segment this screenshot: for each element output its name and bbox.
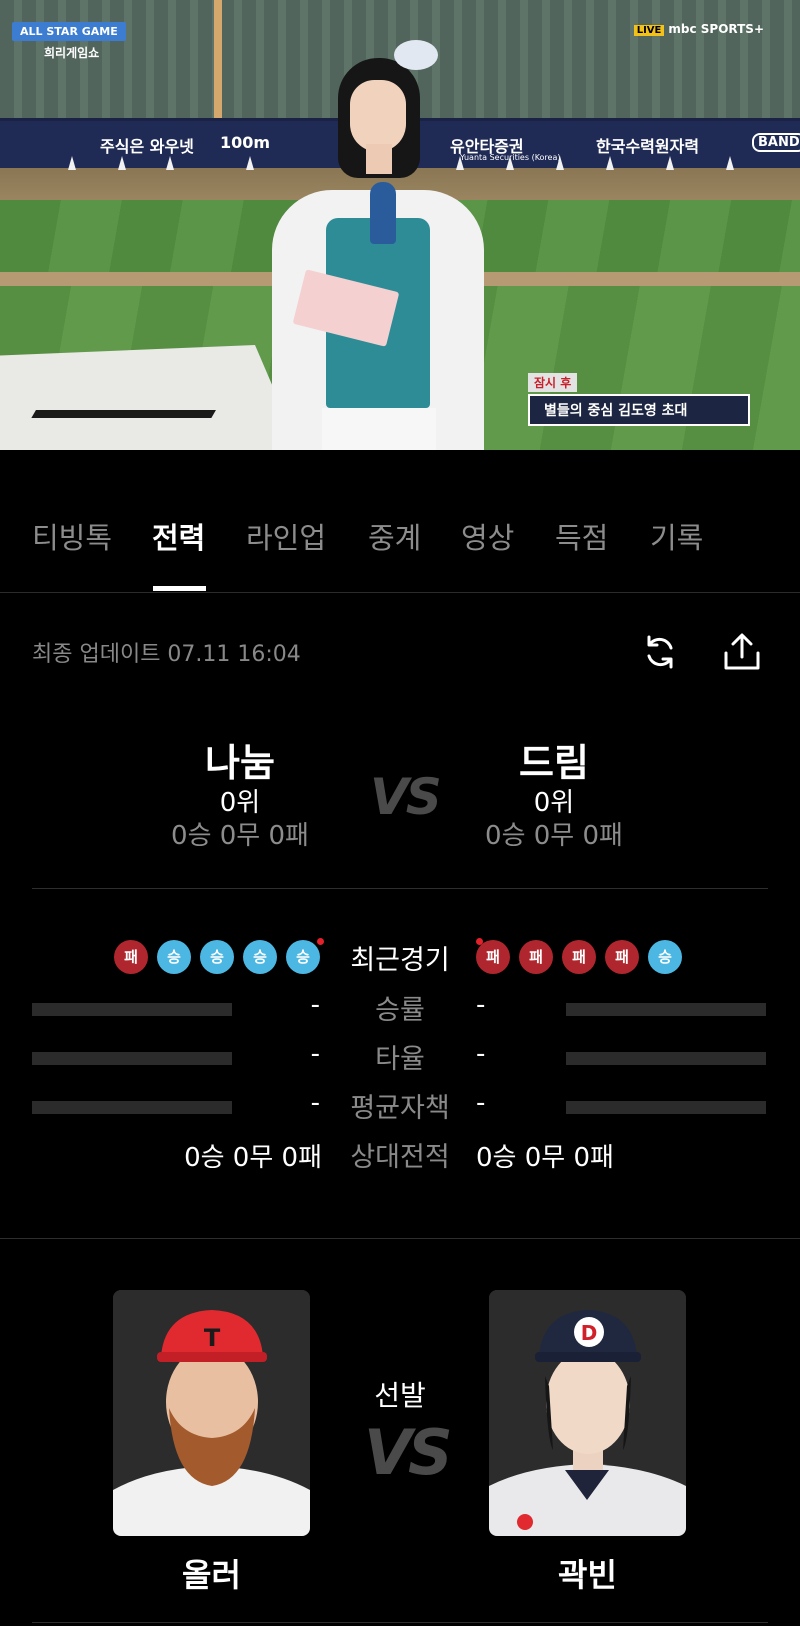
team-away-rank: 0위: [533, 788, 575, 818]
last-updated: 최종 업데이트 07.11 16:04: [32, 642, 301, 667]
away-win-rate: -: [476, 990, 486, 1020]
away-head-to-head: 0승 0무 0패: [476, 1143, 614, 1173]
refresh-icon[interactable]: [636, 628, 684, 676]
home-batting-avg-bar: [32, 1052, 232, 1065]
tab-scoring[interactable]: 득점: [555, 518, 608, 558]
starter-vs-label: VS: [364, 1416, 453, 1489]
result-badge: 승: [648, 940, 682, 974]
board-far-right: BAND: [752, 133, 800, 152]
face: [350, 80, 406, 152]
result-badge: 승: [243, 940, 277, 974]
team-away-record: 0승 0무 0패: [485, 821, 623, 851]
home-starter-name[interactable]: 올러: [113, 1550, 310, 1596]
away-starter-name[interactable]: 곽빈: [489, 1550, 686, 1596]
home-cap-letter: T: [204, 1324, 221, 1352]
home-starter-photo[interactable]: T: [113, 1290, 310, 1536]
board-left: 주식은 와우넷: [100, 137, 194, 156]
starter-label: 선발: [374, 1379, 426, 1412]
caption-main: 별들의 중심 김도영 초대: [528, 394, 750, 426]
result-badge: 패: [114, 940, 148, 974]
result-badge: 패: [562, 940, 596, 974]
host-person: [262, 40, 492, 450]
field-logo-mark: [31, 388, 229, 418]
tab-bar-border: [0, 592, 800, 593]
result-badge: 패: [476, 940, 510, 974]
away-cap-letter: D: [581, 1321, 598, 1345]
allstar-subtitle: 희리게임쇼: [44, 46, 100, 60]
era-label: 평균자책: [350, 1093, 450, 1124]
foul-pole: [214, 0, 222, 120]
vs-label: VS: [370, 768, 442, 826]
away-starter-photo[interactable]: D: [489, 1290, 686, 1536]
broadcaster-logo: LIVE mbc SPORTS+: [633, 22, 764, 36]
tab-records[interactable]: 기록: [650, 518, 703, 558]
away-batting-avg: -: [476, 1039, 486, 1069]
home-recent-results: 패 승 승 승 승: [114, 938, 324, 974]
skirt: [322, 408, 436, 450]
away-era-bar: [566, 1101, 766, 1114]
tab-active-indicator: [153, 586, 206, 591]
away-win-rate-bar: [566, 1003, 766, 1016]
team-home: 나눔 0위 0승 0무 0패: [140, 740, 340, 852]
result-badge: 패: [605, 940, 639, 974]
tab-broadcast[interactable]: 중계: [368, 518, 421, 558]
tab-lineup[interactable]: 라인업: [246, 518, 326, 558]
result-badge: 패: [519, 940, 553, 974]
team-away: 드림 0위 0승 0무 0패: [454, 740, 654, 852]
live-badge: LIVE: [633, 25, 665, 36]
tab-tvingtalk[interactable]: 티빙톡: [32, 518, 112, 558]
win-rate-label: 승률: [375, 995, 425, 1026]
recent-games-label: 최근경기: [350, 945, 450, 976]
result-badge: 승: [157, 940, 191, 974]
share-icon[interactable]: [718, 628, 766, 676]
result-badge: 승: [200, 940, 234, 974]
tab-lineup-power[interactable]: 전력: [152, 518, 205, 558]
neck: [366, 144, 392, 174]
broadcast-caption: 잠시 후 별들의 중심 김도영 초대: [528, 372, 750, 426]
section-divider: [32, 1622, 768, 1623]
tab-video[interactable]: 영상: [461, 518, 514, 558]
team-home-rank: 0위: [219, 788, 261, 818]
team-home-record: 0승 0무 0패: [171, 821, 309, 851]
away-era: -: [476, 1088, 486, 1118]
team-away-name: 드림: [519, 741, 589, 785]
board-right: 한국수력원자력: [596, 137, 700, 156]
allstar-overlay: ALL STAR GAME: [12, 22, 126, 41]
caption-top: 잠시 후: [528, 373, 578, 392]
microphone: [370, 182, 396, 244]
head-to-head-label: 상대전적: [350, 1142, 450, 1173]
tab-bar: 티빙톡 전력 라인업 중계 영상 득점 기록: [0, 450, 800, 592]
team-home-name: 나눔: [205, 741, 275, 785]
away-batting-avg-bar: [566, 1052, 766, 1065]
hair-bow: [394, 40, 438, 70]
section-divider: [32, 888, 768, 889]
home-win-rate-bar: [32, 1003, 232, 1016]
batting-avg-label: 타율: [375, 1044, 425, 1075]
broadcaster-name: mbc SPORTS+: [668, 22, 764, 36]
section-divider: [0, 1238, 800, 1239]
video-player[interactable]: 주식은 와우넷 100m 유안타증권 Yuanta Securities (Ko…: [0, 0, 800, 450]
home-era-bar: [32, 1101, 232, 1114]
away-recent-results: 패 패 패 패 승: [476, 938, 686, 974]
tab-row: 티빙톡 전력 라인업 중계 영상 득점 기록: [0, 518, 800, 574]
